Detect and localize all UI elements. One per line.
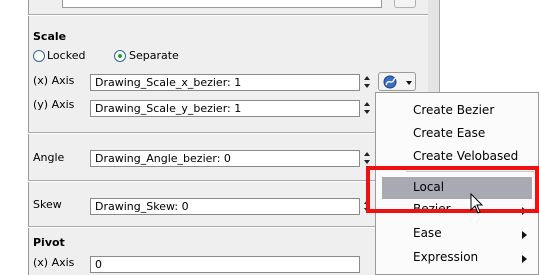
- locked-radio[interactable]: [33, 50, 45, 62]
- angle-label: Angle: [33, 151, 65, 164]
- expression-submenu-arrow-icon: [522, 255, 527, 263]
- scale-y-axis-spinner[interactable]: [364, 102, 370, 114]
- menu-item-expression[interactable]: Expression: [413, 250, 478, 264]
- menu-item-create-velobased[interactable]: Create Velobased: [413, 149, 518, 163]
- scale-section-title: Scale: [33, 30, 67, 43]
- highlight-callout-box: [366, 166, 539, 213]
- scale-y-axis-label: (y) Axis: [33, 98, 75, 111]
- mouse-pointer-icon: [470, 193, 484, 214]
- locked-radio-label: Locked: [47, 49, 86, 62]
- ease-submenu-arrow-icon: [522, 231, 527, 239]
- menu-item-create-ease[interactable]: Create Ease: [413, 126, 485, 140]
- menu-item-ease[interactable]: Ease: [413, 226, 442, 240]
- scale-x-axis-field[interactable]: Drawing_Scale_x_bezier: 1: [90, 74, 360, 91]
- scale-x-axis-label: (x) Axis: [33, 74, 75, 87]
- section-divider: [28, 14, 428, 16]
- skew-field[interactable]: Drawing_Skew: 0: [90, 198, 360, 215]
- scale-y-axis-field[interactable]: Drawing_Scale_y_bezier: 1: [90, 100, 360, 117]
- angle-spinner[interactable]: [364, 152, 370, 164]
- function-curve-icon: [383, 75, 412, 89]
- scale-x-axis-spinner[interactable]: [364, 76, 370, 88]
- skew-label: Skew: [33, 198, 62, 211]
- pivot-x-axis-label: (x) Axis: [33, 256, 75, 269]
- function-menu-button[interactable]: [378, 72, 416, 91]
- properties-panel: [28, 0, 430, 275]
- separate-radio-label: Separate: [129, 49, 179, 62]
- previous-value-field[interactable]: [62, 0, 382, 8]
- menu-item-create-bezier[interactable]: Create Bezier: [413, 103, 494, 117]
- pivot-section-title: Pivot: [33, 236, 65, 249]
- angle-field[interactable]: Drawing_Angle_bezier: 0: [90, 150, 360, 167]
- section-divider: [28, 132, 428, 134]
- pivot-x-axis-field[interactable]: 0: [90, 256, 360, 273]
- previous-function-button[interactable]: [394, 0, 416, 8]
- section-divider: [28, 226, 428, 228]
- separate-radio[interactable]: [114, 50, 126, 62]
